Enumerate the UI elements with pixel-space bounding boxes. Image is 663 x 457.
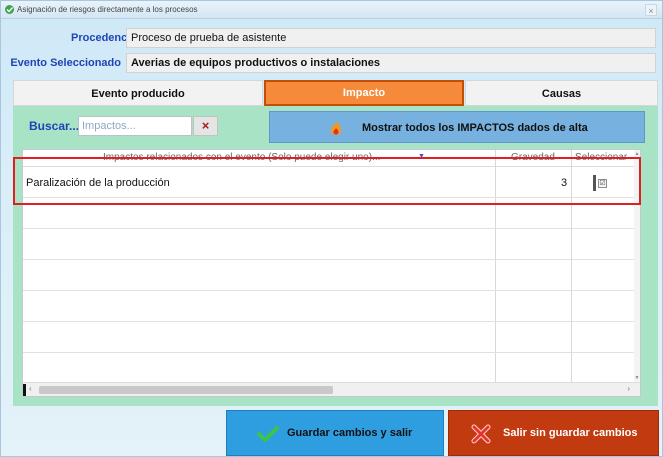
- save-and-exit-label: Guardar cambios y salir: [287, 427, 413, 439]
- save-and-exit-button[interactable]: Guardar cambios y salir: [226, 410, 444, 456]
- tab-causas[interactable]: Causas: [465, 80, 658, 106]
- close-icon[interactable]: ×: [645, 4, 657, 16]
- window-title: Asignación de riesgos directamente a los…: [17, 5, 198, 14]
- search-label: Buscar...: [29, 119, 80, 133]
- exit-without-saving-label: Salir sin guardar cambios: [503, 427, 638, 439]
- scroll-down-icon[interactable]: ▼: [634, 375, 640, 381]
- evento-field: Averias de equipos productivos o instala…: [126, 53, 656, 73]
- evento-label: Evento Seleccionado: [10, 57, 121, 69]
- cancel-x-icon: [471, 424, 491, 444]
- show-all-impacts-button[interactable]: Mostrar todos los IMPACTOS dados de alta: [269, 111, 645, 143]
- dialog-window: Asignación de riesgos directamente a los…: [0, 0, 663, 457]
- selected-row-highlight: [13, 157, 641, 205]
- clear-search-button[interactable]: ×: [193, 116, 218, 136]
- scroll-left-icon[interactable]: ‹: [29, 384, 32, 393]
- procedencia-field: Proceso de prueba de asistente: [126, 28, 656, 48]
- row-separator: [23, 259, 635, 260]
- flame-icon: [331, 121, 341, 135]
- scroll-right-icon[interactable]: ›: [627, 384, 630, 393]
- search-input[interactable]: [78, 116, 192, 136]
- row-separator: [23, 228, 635, 229]
- app-icon: [5, 5, 14, 14]
- tab-impacto[interactable]: Impacto: [264, 80, 464, 106]
- row-separator: [23, 290, 635, 291]
- checkmark-icon: [257, 426, 279, 442]
- scrollbar-edge: [23, 384, 26, 396]
- show-all-label: Mostrar todos los IMPACTOS dados de alta: [362, 122, 588, 134]
- procedencia-label: Procedencia: [71, 32, 137, 44]
- row-separator: [23, 352, 635, 353]
- exit-without-saving-button[interactable]: Salir sin guardar cambios: [448, 410, 659, 456]
- horizontal-scrollbar[interactable]: ‹ ›: [23, 382, 640, 396]
- tab-evento-producido[interactable]: Evento producido: [13, 80, 263, 106]
- title-bar[interactable]: Asignación de riesgos directamente a los…: [1, 1, 662, 19]
- row-separator: [23, 321, 635, 322]
- scrollbar-thumb[interactable]: [39, 386, 333, 394]
